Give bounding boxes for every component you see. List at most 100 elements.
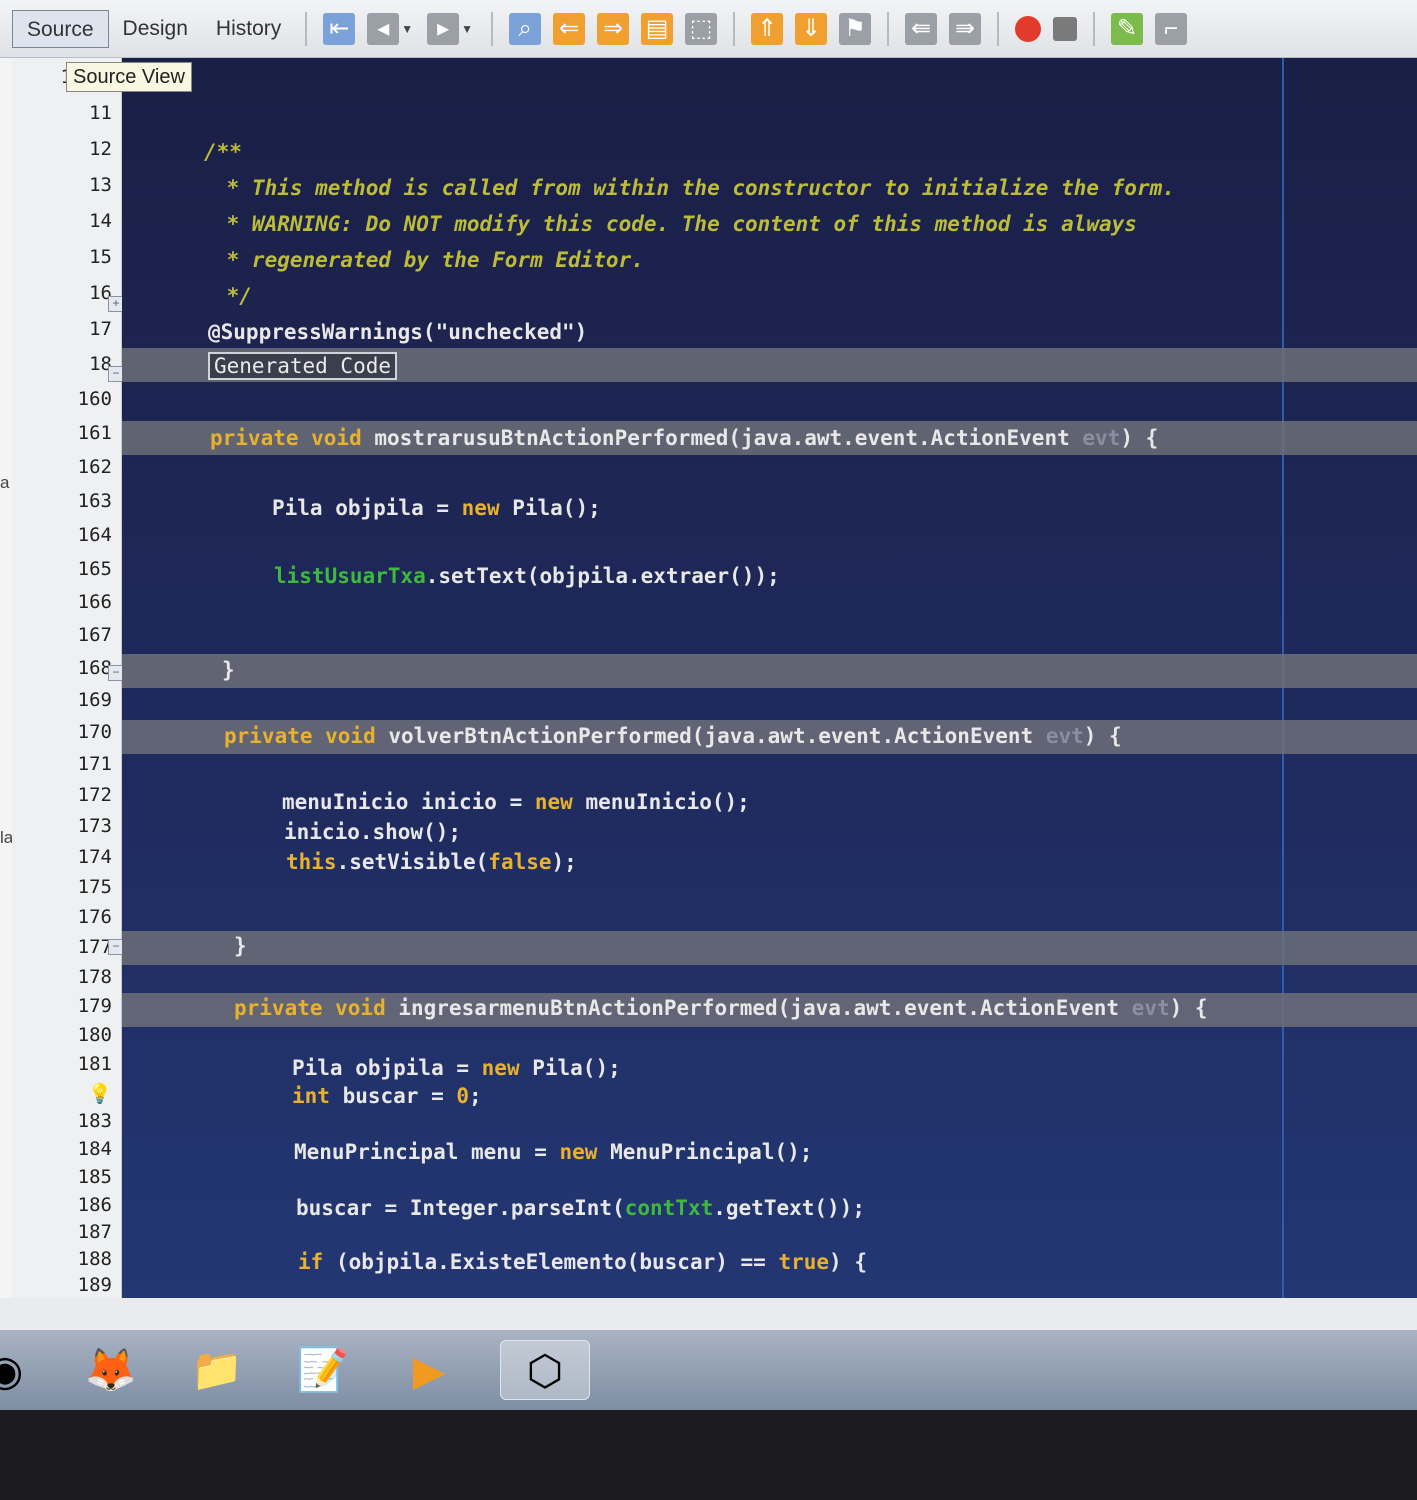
toolbar-separator [733,11,736,46]
forward-icon[interactable]: ▸ [427,12,460,45]
line-number: 13 [89,174,112,196]
line-number: 12 [89,138,112,160]
code-line: } [222,658,235,682]
generated-code-label[interactable]: Generated Code [208,352,398,380]
code-line: Pila objpila = new Pila(); [292,1056,621,1080]
line-number: 177 [77,936,112,958]
line-number: 173 [77,815,112,837]
toolbar-separator [491,11,494,46]
code-line: menuInicio inicio = new menuInicio(); [282,790,750,814]
left-panel-edge [0,58,12,1298]
tab-history[interactable]: History [202,10,295,48]
line-number: 179 [77,995,112,1017]
shift-right-icon[interactable]: ⇛ [949,12,982,45]
back-icon[interactable]: ◂ [367,12,400,45]
prev-occurrence-icon[interactable]: ⇐ [553,12,586,45]
line-number: 166 [77,591,112,613]
line-number: 183 [77,1110,112,1132]
chevron-down-icon[interactable]: ▼ [461,22,473,36]
method-signature: private void volverBtnActionPerformed(ja… [224,724,1122,748]
code-editor[interactable]: /** * This method is called from within … [122,58,1417,1298]
line-number: 178 [77,966,112,988]
line-number: 164 [77,524,112,546]
toolbar-separator [997,11,1000,46]
code-line: buscar = Integer.parseInt(contTxt.getTex… [296,1196,865,1220]
ide-screen: Source Design History ⇤ ◂ ▼ ▸ ▼ ⌕ ⇐ ⇒ ▤ … [0,0,1417,1410]
line-number: 176 [77,906,112,928]
code-comment: */ [214,284,252,308]
line-number: 172 [77,784,112,806]
line-number: 180 [77,1024,112,1046]
editor-toolbar: Source Design History ⇤ ◂ ▼ ▸ ▼ ⌕ ⇐ ⇒ ▤ … [0,0,1417,58]
media-player-icon[interactable]: ▶ [394,1340,464,1400]
line-number: 15 [89,246,112,268]
code-annotation: @SuppressWarnings("unchecked") [208,320,588,344]
toggle-rect-select-icon[interactable]: ⬚ [685,12,718,45]
code-line: inicio.show(); [284,820,462,844]
toggle-bookmark-icon[interactable]: ⚑ [839,12,872,45]
line-number: 162 [77,456,112,478]
code-comment: * WARNING: Do NOT modify this code. The … [214,212,1137,236]
line-number: 14 [89,210,112,232]
line-number: 171 [77,753,112,775]
start-macro-icon[interactable] [1015,15,1042,42]
line-number: 186 [77,1194,112,1216]
line-number: 167 [77,624,112,646]
code-comment: /** [204,140,242,164]
code-line: } [234,934,247,958]
code-line: Pila objpila = new Pila(); [272,496,601,520]
go-to-source-icon[interactable]: ⇤ [323,12,356,45]
line-number: 18 [89,353,112,375]
line-number: 187 [77,1221,112,1243]
code-comment: * This method is called from within the … [214,176,1175,200]
code-comment: * regenerated by the Form Editor. [214,248,644,272]
toolbar-separator [887,11,890,46]
line-number: 168 [77,657,112,679]
toolbar-separator [1093,11,1096,46]
chrome-icon[interactable]: ◉ [0,1340,40,1400]
toggle-highlight-icon[interactable]: ▤ [641,12,674,45]
line-number: 189 [77,1274,112,1296]
tab-source[interactable]: Source [12,9,109,48]
stop-macro-icon[interactable] [1053,16,1078,41]
line-number: 175 [77,876,112,898]
hint-bulb-icon[interactable]: 💡 [12,1082,112,1105]
fold-highlight-bar [122,654,1417,688]
line-number: 1 [0,66,72,88]
line-number: 161 [77,422,112,444]
code-line: int buscar = 0; [292,1084,482,1108]
line-number: 160 [77,388,112,410]
notepad-plus-plus-icon[interactable]: 📝 [288,1340,358,1400]
line-number: 184 [77,1138,112,1160]
line-number: 185 [77,1166,112,1188]
line-number-gutter: 1 11 12 13 14 15 16 17 18 160 161 162 16… [12,58,122,1298]
line-number: 181 [77,1053,112,1075]
chevron-down-icon[interactable]: ▼ [401,22,413,36]
next-occurrence-icon[interactable]: ⇒ [597,12,630,45]
next-bookmark-icon[interactable]: ⇓ [795,12,828,45]
comment-icon[interactable]: ✎ [1111,12,1144,45]
find-icon[interactable]: ⌕ [509,12,542,45]
netbeans-icon[interactable]: ⬡ [500,1340,590,1400]
method-signature: private void mostrarusuBtnActionPerforme… [210,426,1159,450]
method-signature: private void ingresarmenuBtnActionPerfor… [234,996,1208,1020]
line-number: 174 [77,846,112,868]
code-line: listUsuarTxa.setText(objpila.extraer()); [274,564,780,588]
line-number: 165 [77,558,112,580]
code-line: if (objpila.ExisteElemento(buscar) == tr… [298,1250,867,1274]
line-number: 188 [77,1248,112,1270]
line-number: 170 [77,721,112,743]
firefox-icon[interactable]: 🦊 [76,1340,146,1400]
generated-code-fold[interactable]: Generated Code [208,352,398,380]
uncomment-icon[interactable]: ⌐ [1155,12,1188,45]
file-explorer-icon[interactable]: 📁 [182,1340,252,1400]
line-number: 16 [89,282,112,304]
line-number: 11 [89,102,112,124]
line-number: 169 [77,689,112,711]
tab-design[interactable]: Design [109,10,202,48]
line-number: 163 [77,490,112,512]
code-line: this.setVisible(false); [286,850,577,874]
shift-left-icon[interactable]: ⇚ [905,12,938,45]
fold-highlight-bar [122,931,1417,965]
prev-bookmark-icon[interactable]: ⇑ [751,12,784,45]
